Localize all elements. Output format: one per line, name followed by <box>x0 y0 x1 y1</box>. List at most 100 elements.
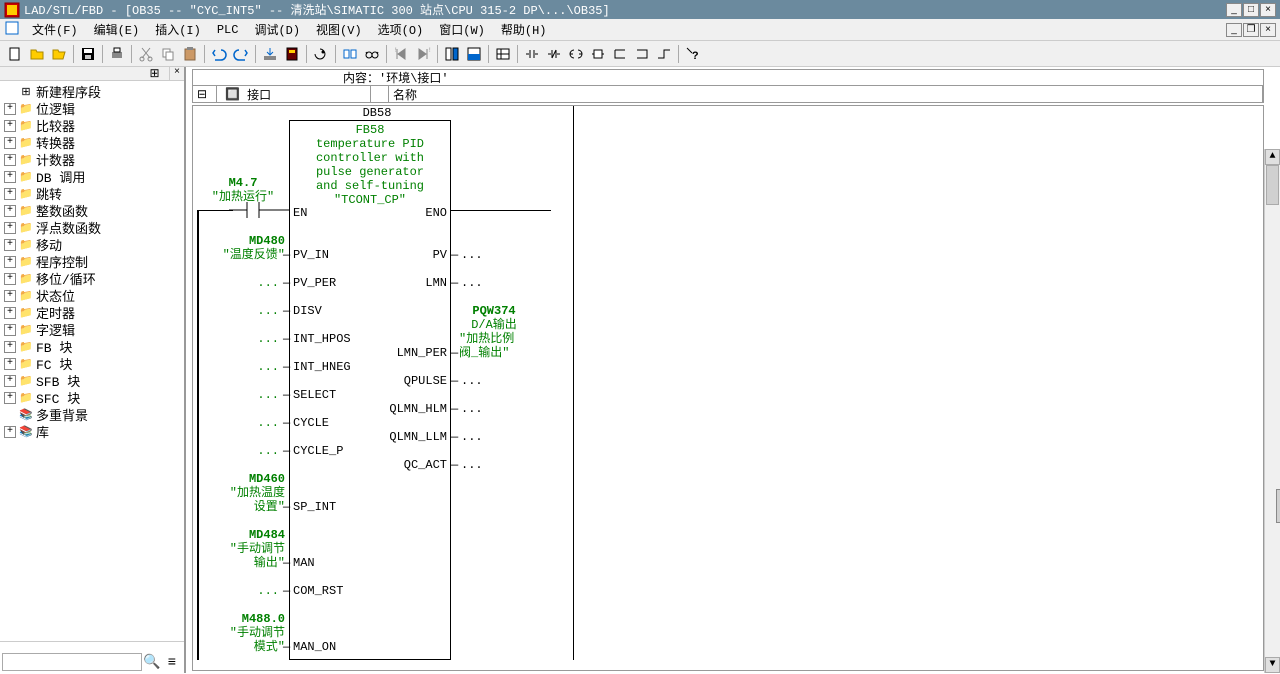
tree-counter[interactable]: +📁计数器 <box>0 151 184 168</box>
goto-end-icon[interactable]: ! <box>412 43 434 65</box>
paste-icon[interactable] <box>179 43 201 65</box>
network-icon[interactable] <box>492 43 514 65</box>
contact-icon <box>229 202 289 218</box>
branch-close-icon[interactable] <box>631 43 653 65</box>
mdi-close-button[interactable]: × <box>1260 23 1276 37</box>
menu-view[interactable]: 视图(V) <box>308 19 370 40</box>
sig-md484: MD484 "手动调节 输出" <box>203 528 285 570</box>
help-icon[interactable]: ? <box>682 43 704 65</box>
sidebar-tab-1[interactable]: ⊞ <box>140 67 170 80</box>
pin-cycle: CYCLE <box>293 416 329 430</box>
fb-title: FB58 temperature PID controller with pul… <box>290 121 450 209</box>
sig-dots-8: ... <box>253 444 279 458</box>
pin-int-hpos: INT_HPOS <box>293 332 351 346</box>
tree-shift-rot[interactable]: +📁移位/循环 <box>0 270 184 287</box>
tree-float-func[interactable]: +📁浮点数函数 <box>0 219 184 236</box>
scroll-thumb[interactable] <box>1266 165 1279 205</box>
sig-dots-7: ... <box>253 416 279 430</box>
pin-lmn: LMN <box>415 276 447 290</box>
copy-icon[interactable] <box>157 43 179 65</box>
tree-word-logic[interactable]: +📁字逻辑 <box>0 321 184 338</box>
tree-db-call[interactable]: +📁DB 调用 <box>0 168 184 185</box>
menu-debug[interactable]: 调试(D) <box>246 19 308 40</box>
details-icon[interactable] <box>463 43 485 65</box>
scroll-down-button[interactable]: ▼ <box>1265 657 1280 673</box>
monitor-icon[interactable] <box>310 43 332 65</box>
branch-icon[interactable] <box>609 43 631 65</box>
tree-bit-logic[interactable]: +📁位逻辑 <box>0 100 184 117</box>
sidebar-search-box[interactable] <box>2 653 142 671</box>
pv-val: ... <box>461 248 483 262</box>
mdi-minimize-button[interactable]: _ <box>1226 23 1242 37</box>
block-icon[interactable] <box>339 43 361 65</box>
open-icon[interactable] <box>26 43 48 65</box>
tree-multi[interactable]: 📚多重背景 <box>0 406 184 423</box>
tree-jump[interactable]: +📁跳转 <box>0 185 184 202</box>
scroll-pager[interactable] <box>1276 489 1280 523</box>
title-bar: LAD/STL/FBD - [OB35 -- "CYC_INT5" -- 清洗站… <box>0 0 1280 19</box>
cut-icon[interactable] <box>135 43 157 65</box>
sidebar-footer-icon1[interactable]: 🔍 <box>142 654 162 671</box>
scroll-up-button[interactable]: ▲ <box>1265 149 1280 165</box>
box-icon[interactable] <box>587 43 609 65</box>
connection-icon[interactable] <box>653 43 675 65</box>
sig-md460: MD460 "加热温度 设置" <box>203 472 285 514</box>
pin-pv-in: PV_IN <box>293 248 329 262</box>
doc-icon <box>4 20 20 40</box>
no-contact-icon[interactable] <box>521 43 543 65</box>
menu-edit[interactable]: 编辑(E) <box>86 19 148 40</box>
rail-branch <box>197 210 233 211</box>
tree-new-segment[interactable]: ⊞新建程序段 <box>0 83 184 100</box>
pin-man-on: MAN_ON <box>293 640 336 654</box>
tree-comparator[interactable]: +📁比较器 <box>0 117 184 134</box>
sig-dots-4: ... <box>253 332 279 346</box>
sidebar-close-icon[interactable]: × <box>170 67 184 80</box>
subhdr-icon[interactable]: ⊟ <box>193 86 217 102</box>
download-icon[interactable] <box>259 43 281 65</box>
undo-icon[interactable] <box>208 43 230 65</box>
mdi-restore-button[interactable]: ❐ <box>1243 23 1259 37</box>
tree-converter[interactable]: +📁转换器 <box>0 134 184 151</box>
new-icon[interactable] <box>4 43 26 65</box>
content-header-label: 内容：'环境\接口' <box>343 69 449 86</box>
menu-options[interactable]: 选项(O) <box>370 19 432 40</box>
coil-icon[interactable] <box>565 43 587 65</box>
save-icon[interactable] <box>77 43 99 65</box>
module-icon[interactable] <box>281 43 303 65</box>
subhdr-name[interactable]: 名称 <box>389 86 1263 102</box>
pin-select: SELECT <box>293 388 336 402</box>
print-icon[interactable] <box>106 43 128 65</box>
tree-fc[interactable]: +📁FC 块 <box>0 355 184 372</box>
tree-sfc[interactable]: +📁SFC 块 <box>0 389 184 406</box>
content-header: 内容：'环境\接口' <box>192 69 1264 86</box>
menu-help[interactable]: 帮助(H) <box>493 19 555 40</box>
menu-plc[interactable]: PLC <box>209 21 247 39</box>
redo-icon[interactable] <box>230 43 252 65</box>
goto-start-icon[interactable]: ! <box>390 43 412 65</box>
catalog-icon[interactable] <box>441 43 463 65</box>
tree-status-bit[interactable]: +📁状态位 <box>0 287 184 304</box>
subhdr-interface[interactable]: 🔲 接口 <box>217 86 371 102</box>
minimize-button[interactable]: _ <box>1226 3 1242 17</box>
nc-contact-icon[interactable] <box>543 43 565 65</box>
vertical-scrollbar[interactable]: ▲ ▼ <box>1264 149 1280 673</box>
maximize-button[interactable]: □ <box>1243 3 1259 17</box>
tree-lib[interactable]: +📚库 <box>0 423 184 440</box>
pin-pv-per: PV_PER <box>293 276 336 290</box>
tree-move[interactable]: +📁移动 <box>0 236 184 253</box>
tree-timer[interactable]: +📁定时器 <box>0 304 184 321</box>
glasses-icon[interactable] <box>361 43 383 65</box>
tree-int-func[interactable]: +📁整数函数 <box>0 202 184 219</box>
close-button[interactable]: × <box>1260 3 1276 17</box>
sidebar-footer-icon2[interactable]: ≡ <box>162 655 182 671</box>
tree-fb[interactable]: +📁FB 块 <box>0 338 184 355</box>
menu-insert[interactable]: 插入(I) <box>147 19 209 40</box>
editor-split[interactable] <box>573 106 574 660</box>
tree-sfb[interactable]: +📁SFB 块 <box>0 372 184 389</box>
menu-file[interactable]: 文件(F) <box>24 19 86 40</box>
menu-window[interactable]: 窗口(W) <box>431 19 493 40</box>
folder-open-icon[interactable] <box>48 43 70 65</box>
tree-prog-ctrl[interactable]: +📁程序控制 <box>0 253 184 270</box>
sig-m488: M488.0 "手动调节 模式" <box>203 612 285 654</box>
ladder-diagram[interactable]: DB58 FB58 temperature PID controller wit… <box>192 105 1264 671</box>
